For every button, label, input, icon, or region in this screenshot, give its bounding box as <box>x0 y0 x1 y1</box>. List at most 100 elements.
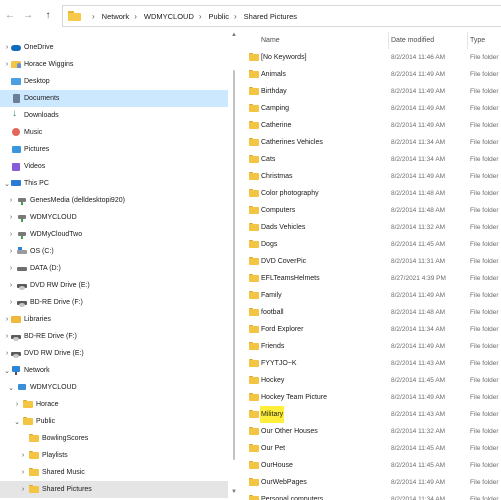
sidebar-item[interactable]: › Shared Music <box>0 464 228 481</box>
chevron-right-icon[interactable]: › <box>199 12 202 21</box>
scroll-down-icon[interactable]: ▼ <box>231 489 237 495</box>
up-arrow-icon[interactable]: ↑ <box>42 10 54 22</box>
chevron-down-icon[interactable]: ⌄ <box>13 418 21 426</box>
breadcrumb-wdmycloud[interactable]: WDMYCLOUD <box>144 12 194 21</box>
file-row[interactable]: Camping 8/2/2014 11:49 AM File folder <box>240 100 501 117</box>
file-row[interactable]: Birthday 8/2/2014 11:49 AM File folder <box>240 83 501 100</box>
sidebar-item[interactable]: › DVD RW Drive (E:) <box>0 277 228 294</box>
chevron-right-icon[interactable]: › <box>7 299 15 306</box>
file-row[interactable]: OurWebPages 8/2/2014 11:49 AM File folder <box>240 474 501 491</box>
chevron-right-icon[interactable]: › <box>7 282 15 289</box>
column-header-type[interactable]: Type <box>470 32 485 49</box>
chevron-right-icon[interactable]: › <box>13 401 21 408</box>
file-row[interactable]: EFLTeamsHelmets 8/27/2021 4:39 PM File fol… <box>240 270 501 287</box>
chevron-right-icon[interactable]: › <box>7 214 15 221</box>
file-row[interactable]: Cats 8/2/2014 11:34 AM File folder <box>240 151 501 168</box>
file-row[interactable]: Ford Explorer 8/2/2014 11:34 AM File folde… <box>240 321 501 338</box>
forward-arrow-icon[interactable]: → <box>22 10 34 22</box>
chevron-down-icon[interactable]: ⌄ <box>3 367 11 375</box>
column-header-date-modified[interactable]: Date modified <box>391 32 434 49</box>
sidebar-item[interactable]: › WDMyCloudTwo <box>0 226 228 243</box>
file-row[interactable]: Color photography 8/2/2014 11:48 AM File f… <box>240 185 501 202</box>
column-divider[interactable] <box>467 32 468 49</box>
file-row[interactable]: Personal computers 8/2/2014 11:34 AM File … <box>240 491 501 500</box>
sidebar-item[interactable]: › OS (C:) <box>0 243 228 260</box>
chevron-right-icon[interactable]: › <box>3 316 11 323</box>
navigation-scrollbar[interactable] <box>233 70 235 460</box>
sidebar-item[interactable]: Videos <box>0 158 228 175</box>
file-row[interactable]: Dogs 8/2/2014 11:45 AM File folder <box>240 236 501 253</box>
sidebar-item[interactable]: › DATA (D:) <box>0 260 228 277</box>
breadcrumb-shared-pictures[interactable]: Shared Pictures <box>244 12 297 21</box>
chevron-right-icon[interactable]: › <box>134 12 137 21</box>
chevron-right-icon[interactable]: › <box>3 333 11 340</box>
file-row[interactable]: Our Pet 8/2/2014 11:45 AM File folder <box>240 440 501 457</box>
sidebar-item[interactable]: › Horace <box>0 396 228 413</box>
file-row[interactable]: Family 8/2/2014 11:49 AM File folder <box>240 287 501 304</box>
sidebar-item[interactable]: ⌄ WDMYCLOUD <box>0 379 228 396</box>
file-row[interactable]: football 8/2/2014 11:48 AM File folder <box>240 304 501 321</box>
chevron-right-icon[interactable]: › <box>7 265 15 272</box>
file-row[interactable]: Military 8/2/2014 11:43 AM File folder <box>240 406 501 423</box>
file-row[interactable]: Friends 8/2/2014 11:49 AM File folder <box>240 338 501 355</box>
column-header-name[interactable]: Name <box>261 32 280 49</box>
sidebar-item[interactable]: ⌄ Network <box>0 362 228 379</box>
sidebar-item[interactable]: Music <box>0 124 228 141</box>
sidebar-item[interactable]: ⌄ Public <box>0 413 228 430</box>
file-row[interactable]: Our Other Houses 8/2/2014 11:32 AM File fo… <box>240 423 501 440</box>
file-row[interactable]: Hockey Team Picture 8/2/2014 11:49 AM File… <box>240 389 501 406</box>
chevron-right-icon[interactable]: › <box>3 44 11 51</box>
breadcrumb-public[interactable]: Public <box>209 12 229 21</box>
chevron-right-icon[interactable]: › <box>7 248 15 255</box>
chevron-right-icon[interactable]: › <box>234 12 237 21</box>
breadcrumb-network[interactable]: Network <box>102 12 130 21</box>
sidebar-item[interactable]: › DVD RW Drive (E:) <box>0 345 228 362</box>
sidebar-item[interactable]: › Libraries <box>0 311 228 328</box>
file-row[interactable]: [No Keywords] 8/2/2014 11:46 AM File folde… <box>240 49 501 66</box>
chevron-right-icon[interactable]: › <box>3 61 11 68</box>
file-type: File folder <box>470 173 499 180</box>
sidebar-item[interactable]: Documents <box>0 90 228 107</box>
file-row[interactable]: FYYTJO~K 8/2/2014 11:43 AM File folder <box>240 355 501 372</box>
sidebar-item[interactable]: Pictures <box>0 141 228 158</box>
file-row[interactable]: Hockey 8/2/2014 11:45 AM File folder <box>240 372 501 389</box>
file-row[interactable]: Catherines Vehicles 8/2/2014 11:34 AM File… <box>240 134 501 151</box>
file-row[interactable]: DVD CoverPic 8/2/2014 11:31 AM File folder <box>240 253 501 270</box>
sidebar-item[interactable]: › Shared Pictures <box>0 481 228 498</box>
sidebar-item[interactable]: › Horace Wiggins <box>0 56 228 73</box>
chevron-right-icon[interactable]: › <box>19 486 27 493</box>
sidebar-item[interactable]: › OneDrive <box>0 39 228 56</box>
chevron-right-icon[interactable]: › <box>7 231 15 238</box>
sidebar-item[interactable]: › GenesMedia (delldesktopi920) <box>0 192 228 209</box>
column-divider[interactable] <box>388 32 389 49</box>
network-drive-icon <box>17 196 27 205</box>
sidebar-item[interactable]: › WDMYCLOUD <box>0 209 228 226</box>
file-name: Friends <box>261 343 285 350</box>
file-row[interactable]: Dads Vehicles 8/2/2014 11:32 AM File folde… <box>240 219 501 236</box>
scroll-up-icon[interactable]: ▲ <box>231 32 237 38</box>
chevron-down-icon[interactable]: ⌄ <box>3 180 11 188</box>
sidebar-item[interactable]: BowlingScores <box>0 430 228 447</box>
chevron-right-icon[interactable]: › <box>19 452 27 459</box>
file-date-modified: 8/2/2014 11:34 AM <box>391 139 446 146</box>
file-row[interactable]: Christmas 8/2/2014 11:49 AM File folder <box>240 168 501 185</box>
file-row[interactable]: Catherine 8/2/2014 11:49 AM File folder <box>240 117 501 134</box>
file-row[interactable]: Computers 8/2/2014 11:48 AM File folder <box>240 202 501 219</box>
sidebar-item[interactable]: Desktop <box>0 73 228 90</box>
file-row[interactable]: Animals 8/2/2014 11:49 AM File folder <box>240 66 501 83</box>
videos-icon <box>11 162 21 171</box>
pictures-icon <box>11 145 21 154</box>
file-row[interactable]: OurHouse 8/2/2014 11:45 AM File folder <box>240 457 501 474</box>
sidebar-item[interactable]: › Playlists <box>0 447 228 464</box>
back-arrow-icon[interactable]: ← <box>4 10 16 22</box>
sidebar-item[interactable]: ⌄ This PC <box>0 175 228 192</box>
chevron-right-icon[interactable]: › <box>7 197 15 204</box>
sidebar-item[interactable]: › BD-RE Drive (F:) <box>0 294 228 311</box>
chevron-down-icon[interactable]: ⌄ <box>7 384 15 392</box>
sidebar-item[interactable]: › BD-RE Drive (F:) <box>0 328 228 345</box>
chevron-right-icon[interactable]: › <box>92 12 95 21</box>
chevron-right-icon[interactable]: › <box>19 469 27 476</box>
address-bar[interactable]: › Network › WDMYCLOUD › Public › Shared … <box>62 5 501 27</box>
chevron-right-icon[interactable]: › <box>3 350 11 357</box>
sidebar-item[interactable]: Downloads <box>0 107 228 124</box>
